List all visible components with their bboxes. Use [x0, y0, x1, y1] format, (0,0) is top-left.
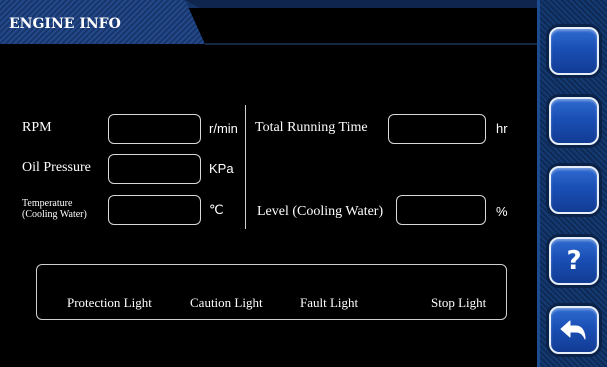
level-field — [396, 195, 486, 225]
oil-pressure-label: Oil Pressure — [22, 160, 91, 175]
side-button-3[interactable] — [549, 166, 599, 214]
header-bar: ENGINE INFO — [0, 0, 540, 50]
temperature-label: Temperature (Cooling Water) — [22, 198, 87, 220]
lights-panel: Protection Light Caution Light Fault Lig… — [36, 264, 507, 320]
caution-light: Caution Light — [190, 295, 263, 310]
stop-light: Stop Light — [431, 295, 487, 310]
side-button-1-label — [551, 29, 597, 73]
back-button[interactable] — [549, 306, 599, 354]
rpm-label: RPM — [22, 120, 52, 135]
side-button-2[interactable] — [549, 97, 599, 145]
oil-pressure-unit: KPa — [209, 161, 234, 176]
rpm-unit: r/min — [209, 121, 238, 136]
side-button-3-label — [551, 168, 597, 212]
page-title: ENGINE INFO — [9, 16, 121, 32]
back-arrow-icon — [551, 308, 597, 352]
fault-light: Fault Light — [300, 295, 359, 310]
level-unit: % — [496, 204, 508, 219]
temperature-label-line1: Temperature — [22, 198, 73, 209]
total-running-time-field — [388, 114, 486, 144]
help-button[interactable]: ? — [549, 237, 599, 285]
column-divider — [245, 105, 246, 229]
oil-pressure-field — [108, 154, 201, 184]
rpm-field — [108, 114, 201, 144]
total-running-time-label: Total Running Time — [255, 120, 368, 135]
engine-info-screen: ENGINE INFO RPM r/min Oil Pressure KPa T… — [0, 0, 607, 367]
side-bar-edge — [537, 0, 540, 367]
total-running-time-unit: hr — [496, 121, 508, 136]
side-button-2-label — [551, 99, 597, 143]
protection-light: Protection Light — [67, 295, 152, 310]
side-button-1[interactable] — [549, 27, 599, 75]
help-icon: ? — [566, 246, 582, 276]
temperature-unit: ℃ — [209, 202, 224, 217]
level-label: Level (Cooling Water) — [257, 204, 384, 219]
temperature-field — [108, 195, 201, 225]
temperature-label-line2: (Cooling Water) — [22, 209, 87, 220]
